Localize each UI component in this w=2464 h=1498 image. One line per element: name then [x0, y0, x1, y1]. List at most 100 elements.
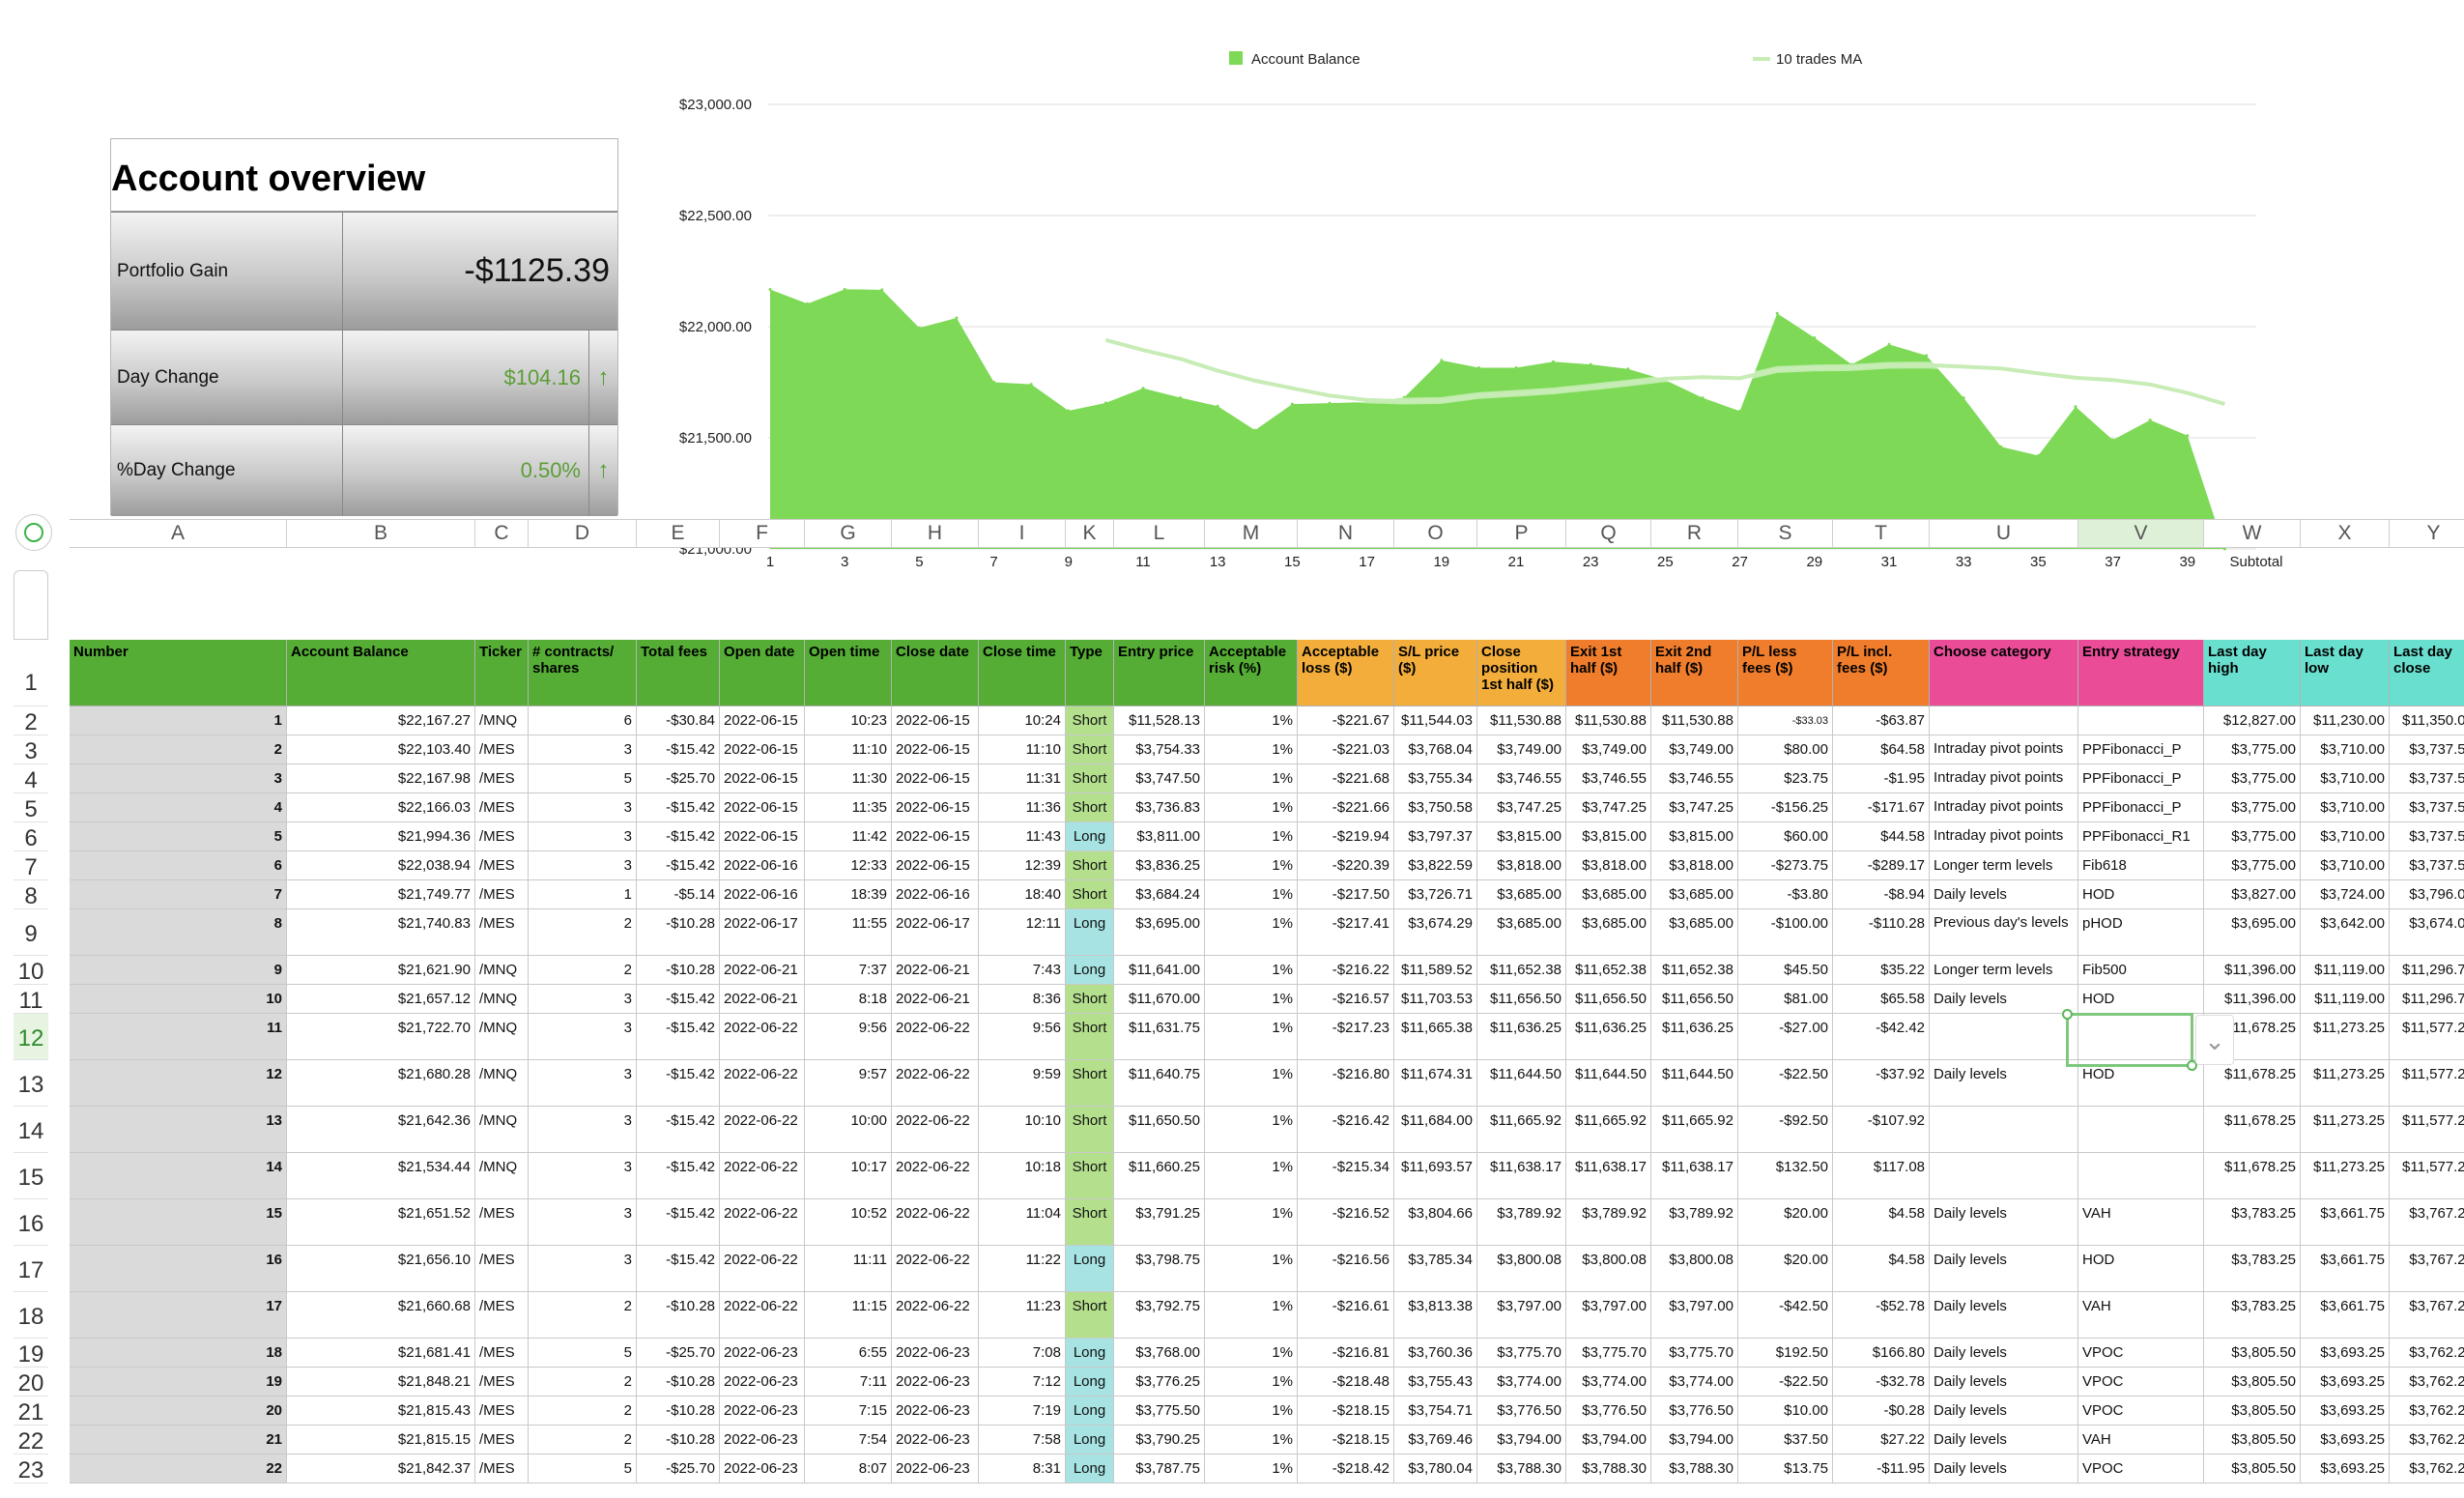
table-cell[interactable]: VAH: [2078, 1292, 2204, 1339]
table-cell[interactable]: 2022-06-23: [892, 1455, 979, 1484]
table-cell[interactable]: -$221.68: [1298, 764, 1394, 793]
table-cell[interactable]: -$217.41: [1298, 909, 1394, 956]
table-cell[interactable]: 2022-06-22: [720, 1014, 805, 1060]
table-cell[interactable]: $3,737.50: [2390, 822, 2464, 851]
header-g[interactable]: Open time: [805, 640, 892, 706]
column-header-l[interactable]: L: [1114, 520, 1205, 547]
table-cell[interactable]: $3,710.00: [2301, 764, 2390, 793]
table-cell[interactable]: 1%: [1205, 1339, 1298, 1368]
table-cell[interactable]: $13.75: [1738, 1455, 1833, 1484]
table-cell[interactable]: 1%: [1205, 1397, 1298, 1426]
table-cell[interactable]: $3,818.00: [1566, 851, 1651, 880]
table-cell[interactable]: 8:07: [805, 1455, 892, 1484]
table-cell[interactable]: -$33.03: [1738, 706, 1833, 735]
table-cell[interactable]: -$25.70: [637, 1339, 720, 1368]
table-cell[interactable]: $20.00: [1738, 1246, 1833, 1292]
table-cell[interactable]: $11,530.88: [1566, 706, 1651, 735]
table-cell[interactable]: 18:39: [805, 880, 892, 909]
table-cell[interactable]: 3: [529, 1199, 637, 1246]
table-cell[interactable]: $11,530.88: [1477, 706, 1566, 735]
table-cell[interactable]: $11,641.00: [1114, 956, 1205, 985]
table-cell[interactable]: $81.00: [1738, 985, 1833, 1014]
table-cell[interactable]: Long: [1066, 1368, 1114, 1397]
table-cell[interactable]: -$171.67: [1833, 793, 1930, 822]
table-cell[interactable]: -$217.50: [1298, 880, 1394, 909]
table-cell[interactable]: /MES: [475, 880, 529, 909]
column-header-o[interactable]: O: [1394, 520, 1477, 547]
table-cell[interactable]: 1%: [1205, 1014, 1298, 1060]
table-cell[interactable]: -$22.50: [1738, 1368, 1833, 1397]
table-cell[interactable]: Intraday pivot points: [1930, 735, 2078, 764]
table-cell[interactable]: /MES: [475, 1397, 529, 1426]
table-cell[interactable]: 2022-06-15: [892, 793, 979, 822]
table-cell[interactable]: $3,789.92: [1566, 1199, 1651, 1246]
table-cell[interactable]: 2022-06-15: [892, 764, 979, 793]
table-cell[interactable]: $11,528.13: [1114, 706, 1205, 735]
table-cell[interactable]: $3,710.00: [2301, 851, 2390, 880]
row-header-19[interactable]: 19: [14, 1339, 48, 1368]
table-cell[interactable]: -$15.42: [637, 1014, 720, 1060]
table-cell[interactable]: $11,230.00: [2301, 706, 2390, 735]
table-cell[interactable]: $3,775.00: [2204, 793, 2301, 822]
table-cell[interactable]: 2022-06-15: [892, 735, 979, 764]
table-cell[interactable]: /MES: [475, 1199, 529, 1246]
table-cell[interactable]: $3,797.00: [1566, 1292, 1651, 1339]
table-cell[interactable]: $3,684.24: [1114, 880, 1205, 909]
row-header-3[interactable]: 3: [14, 735, 48, 764]
table-cell[interactable]: 2022-06-22: [892, 1199, 979, 1246]
table-cell[interactable]: 3: [529, 822, 637, 851]
table-cell[interactable]: $4.58: [1833, 1199, 1930, 1246]
table-cell[interactable]: $11,119.00: [2301, 985, 2390, 1014]
column-header-g[interactable]: G: [805, 520, 892, 547]
row-number-cell[interactable]: 15: [70, 1199, 287, 1246]
table-cell[interactable]: -$52.78: [1833, 1292, 1930, 1339]
column-header-q[interactable]: Q: [1566, 520, 1651, 547]
column-header-c[interactable]: C: [475, 520, 529, 547]
table-cell[interactable]: -$0.28: [1833, 1397, 1930, 1426]
table-cell[interactable]: 10:52: [805, 1199, 892, 1246]
table-cell[interactable]: $3,800.08: [1566, 1246, 1651, 1292]
table-cell[interactable]: $3,794.00: [1651, 1426, 1738, 1455]
table-cell[interactable]: $3,747.25: [1566, 793, 1651, 822]
table-cell[interactable]: Short: [1066, 851, 1114, 880]
table-cell[interactable]: $11,119.00: [2301, 956, 2390, 985]
table-cell[interactable]: 2: [529, 1368, 637, 1397]
table-cell[interactable]: -$92.50: [1738, 1107, 1833, 1153]
table-cell[interactable]: $3,788.30: [1566, 1455, 1651, 1484]
table-cell[interactable]: $192.50: [1738, 1339, 1833, 1368]
table-cell[interactable]: -$216.57: [1298, 985, 1394, 1014]
table-cell[interactable]: Intraday pivot points: [1930, 793, 2078, 822]
table-cell[interactable]: -$218.15: [1298, 1397, 1394, 1426]
row-number-cell[interactable]: 19: [70, 1368, 287, 1397]
table-cell[interactable]: $3,693.25: [2301, 1397, 2390, 1426]
header-x[interactable]: Last day low: [2301, 640, 2390, 706]
table-cell[interactable]: 2022-06-15: [720, 822, 805, 851]
table-cell[interactable]: $11,656.50: [1477, 985, 1566, 1014]
table-cell[interactable]: 11:30: [805, 764, 892, 793]
header-t[interactable]: P/L incl. fees ($): [1833, 640, 1930, 706]
table-cell[interactable]: 5: [529, 1455, 637, 1484]
table-cell[interactable]: $3,710.00: [2301, 735, 2390, 764]
table-cell[interactable]: 3: [529, 1060, 637, 1107]
table-cell[interactable]: $11,636.25: [1477, 1014, 1566, 1060]
table-cell[interactable]: $45.50: [1738, 956, 1833, 985]
table-cell[interactable]: [2078, 1153, 2204, 1199]
table-cell[interactable]: -$22.50: [1738, 1060, 1833, 1107]
column-header-p[interactable]: P: [1477, 520, 1566, 547]
table-cell[interactable]: 1%: [1205, 793, 1298, 822]
table-cell[interactable]: 11:10: [805, 735, 892, 764]
table-cell[interactable]: -$216.80: [1298, 1060, 1394, 1107]
table-cell[interactable]: VPOC: [2078, 1339, 2204, 1368]
table-cell[interactable]: $22,167.27: [287, 706, 475, 735]
column-header-m[interactable]: M: [1205, 520, 1298, 547]
table-cell[interactable]: $3,780.04: [1394, 1455, 1477, 1484]
table-cell[interactable]: $3,788.30: [1651, 1455, 1738, 1484]
row-header-9[interactable]: 9: [14, 909, 48, 956]
row-number-cell[interactable]: 12: [70, 1060, 287, 1107]
table-cell[interactable]: $11,678.25: [2204, 1060, 2301, 1107]
table-cell[interactable]: Short: [1066, 793, 1114, 822]
table-cell[interactable]: $3,693.25: [2301, 1455, 2390, 1484]
table-cell[interactable]: $11,577.25: [2390, 1060, 2464, 1107]
table-cell[interactable]: -$218.42: [1298, 1455, 1394, 1484]
table-cell[interactable]: $21,848.21: [287, 1368, 475, 1397]
